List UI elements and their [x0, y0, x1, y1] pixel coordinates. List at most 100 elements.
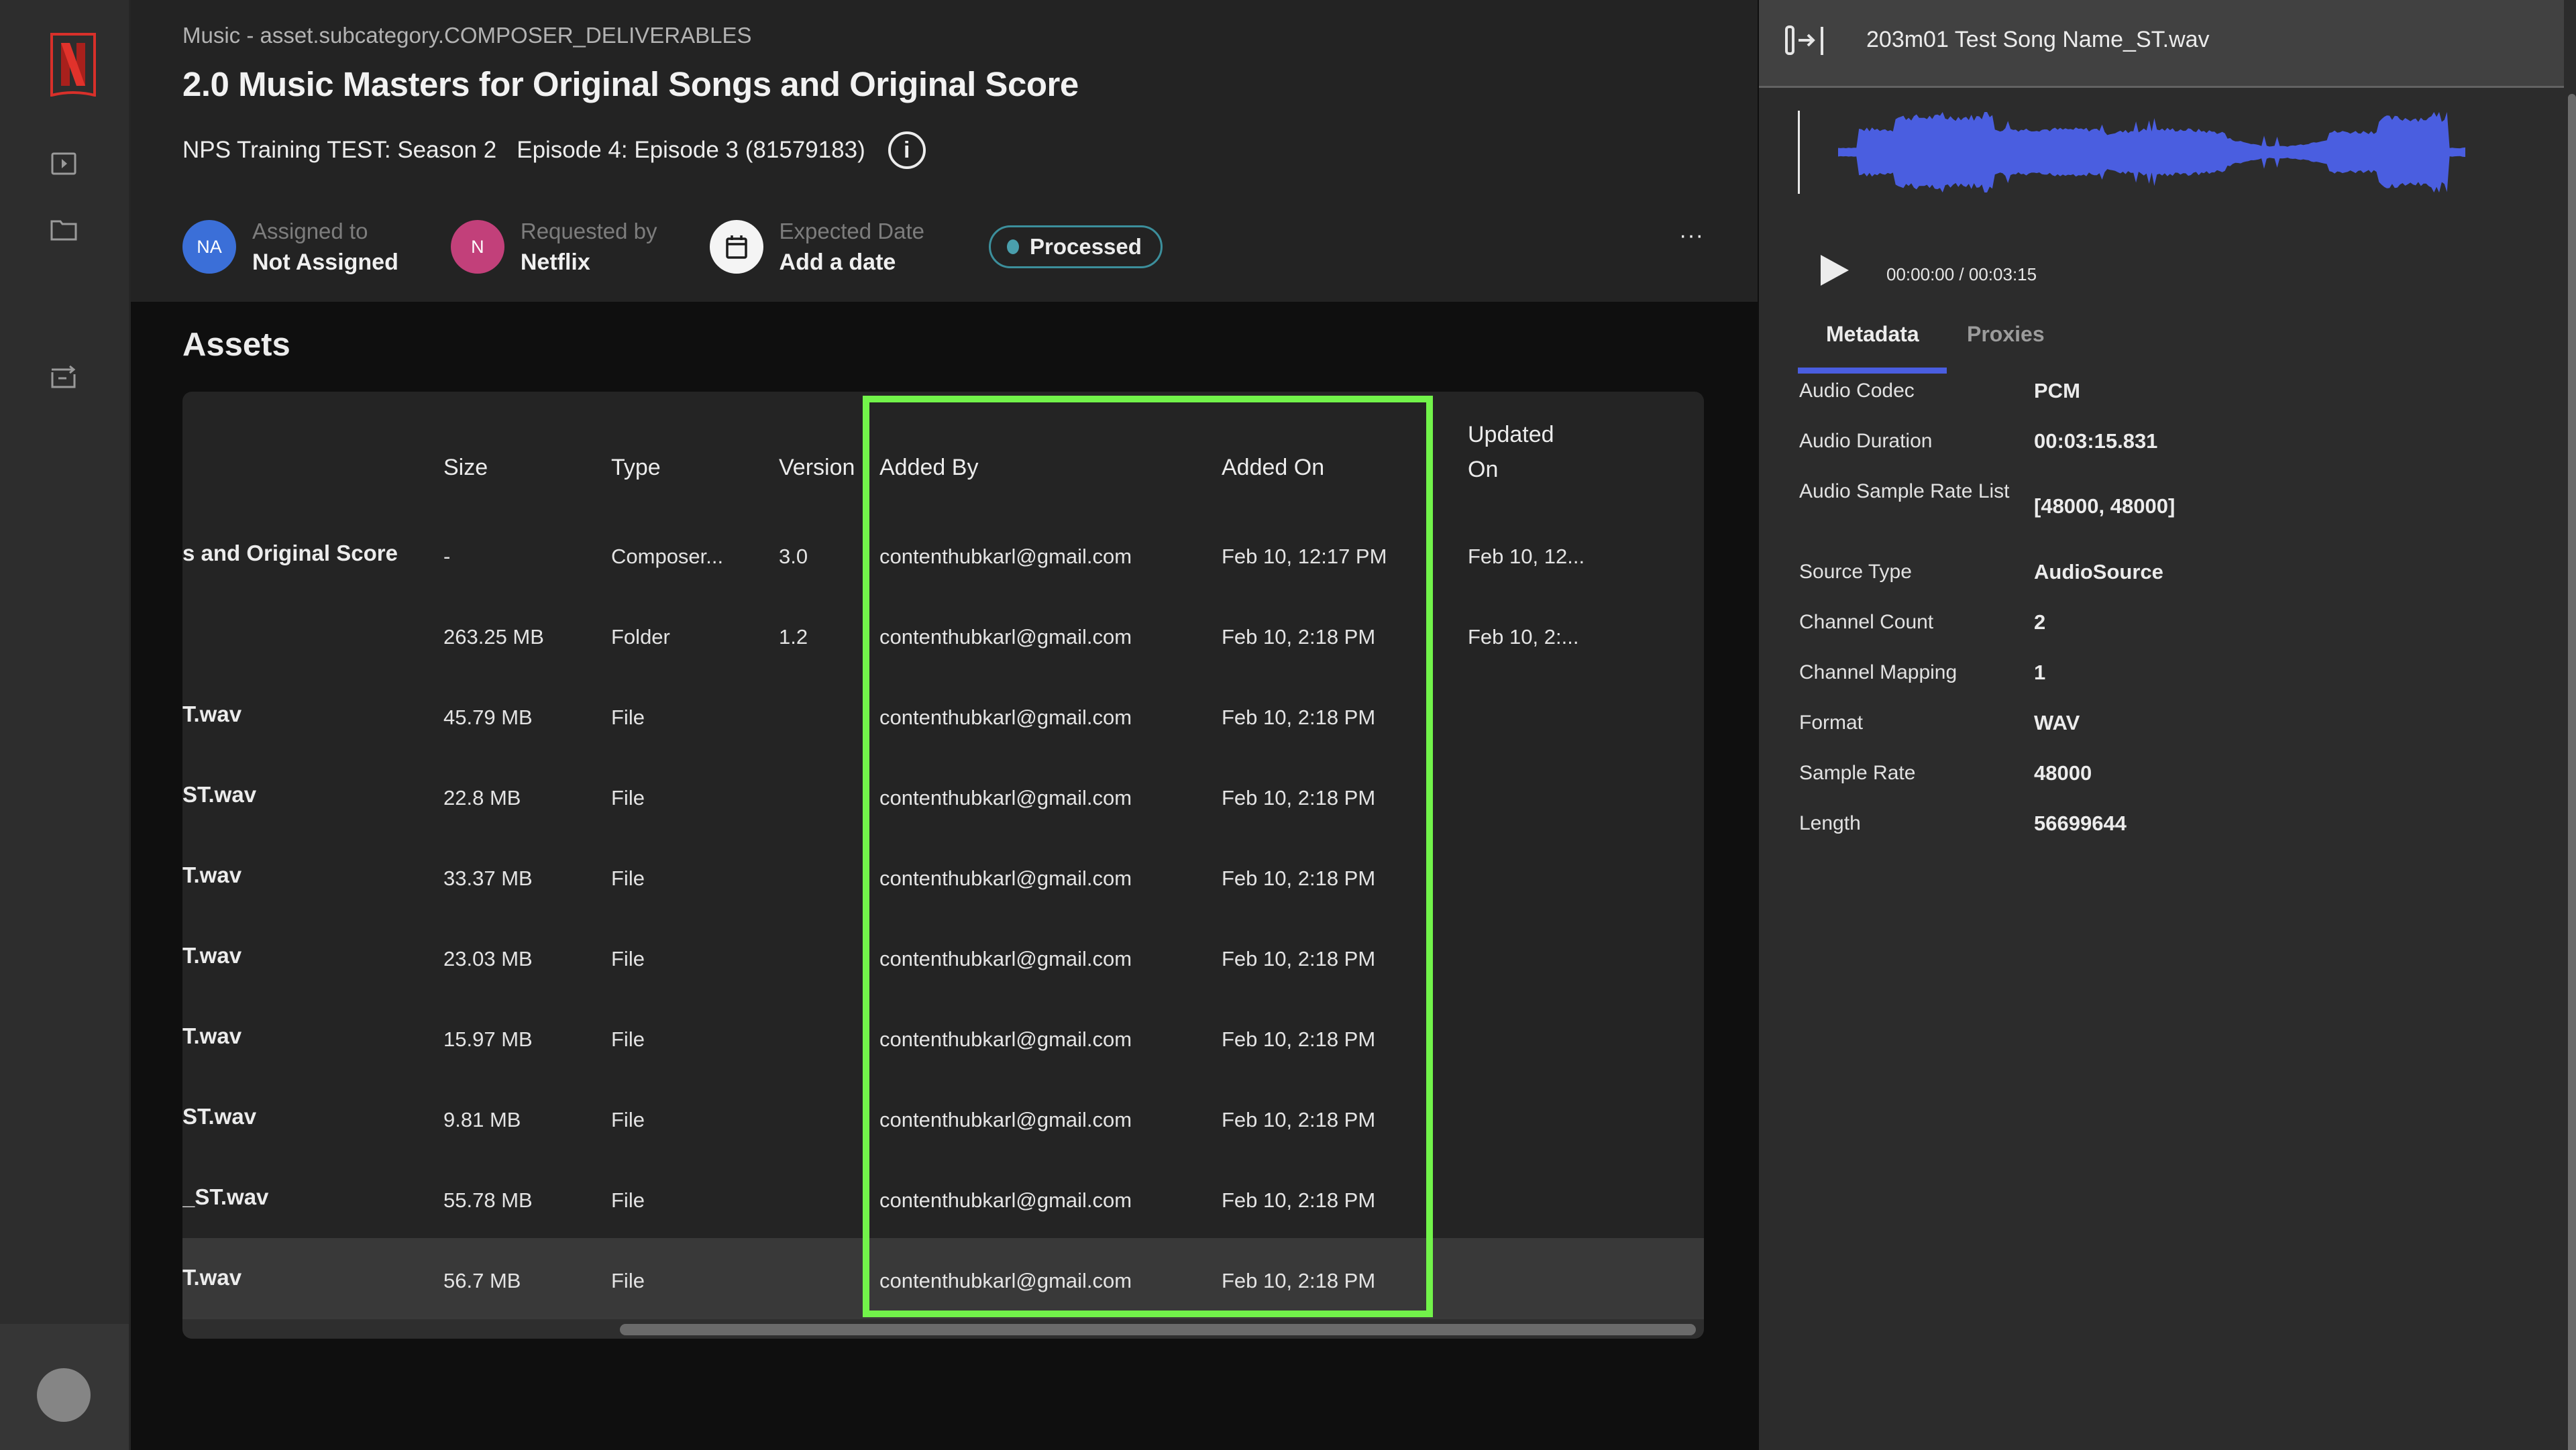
cell-added-on: Feb 10, 2:18 PM — [1222, 947, 1376, 970]
user-avatar[interactable] — [37, 1368, 91, 1422]
info-icon[interactable]: i — [888, 131, 926, 169]
cell-version: 1.2 — [779, 625, 808, 649]
asset-detail-panel: 203m01 Test Song Name_ST.wav 00:00:00 / … — [1759, 0, 2576, 1450]
metadata-value: PCM — [2034, 379, 2080, 402]
column-header-added-on[interactable]: Added On — [1222, 455, 1324, 481]
cell-size: 56.7 MB — [443, 1269, 521, 1292]
metadata-key: Audio Codec — [1799, 380, 1915, 402]
breadcrumb[interactable]: Music - asset.subcategory.COMPOSER_DELIV… — [182, 23, 752, 48]
assets-heading: Assets — [182, 327, 290, 363]
cell-name: _ST.wav — [182, 1184, 269, 1209]
expected-date[interactable]: Expected Date Add a date — [709, 216, 924, 278]
cell-added-by: contenthubkarl@gmail.com — [879, 786, 1132, 810]
play-square-icon[interactable] — [49, 149, 78, 178]
status-badge[interactable]: Processed — [988, 225, 1163, 268]
cell-added-by: contenthubkarl@gmail.com — [879, 1027, 1132, 1051]
table-row[interactable]: T.wav 23.03 MB File contenthubkarl@gmail.co… — [182, 916, 1704, 997]
assigned-to-label: Assigned to — [252, 219, 368, 243]
cell-added-on: Feb 10, 2:18 PM — [1222, 1108, 1376, 1131]
cell-name: s and Original Score — [182, 541, 398, 565]
cell-added-on: Feb 10, 2:18 PM — [1222, 625, 1376, 649]
column-header-version[interactable]: Version — [779, 455, 855, 481]
requested-by-label: Requested by — [520, 219, 657, 243]
horizontal-scrollbar-thumb[interactable] — [620, 1324, 1696, 1335]
table-row[interactable]: s and Original Score - Composer... 3.0 conte… — [182, 514, 1704, 594]
metadata-value: 48000 — [2034, 761, 2092, 785]
collapse-panel-icon[interactable] — [1784, 24, 1827, 56]
table-row[interactable]: T.wav 33.37 MB File contenthubkarl@gmail.co… — [182, 836, 1704, 916]
cell-type: File — [611, 1027, 645, 1051]
cell-size: 23.03 MB — [443, 947, 533, 970]
metadata-value: 56699644 — [2034, 812, 2127, 835]
table-row[interactable]: ST.wav 22.8 MB File contenthubkarl@gmail.co… — [182, 755, 1704, 836]
cell-added-by: contenthubkarl@gmail.com — [879, 1188, 1132, 1212]
audio-waveform[interactable] — [1798, 111, 2469, 194]
send-to-box-icon[interactable] — [49, 362, 78, 392]
metadata-key: Sample Rate — [1799, 762, 1916, 784]
horizontal-scrollbar[interactable] — [182, 1317, 1704, 1339]
table-row[interactable]: _ST.wav 55.78 MB File contenthubkarl@gmail.… — [182, 1158, 1704, 1238]
cell-type: Folder — [611, 625, 670, 649]
cell-added-on: Feb 10, 2:18 PM — [1222, 1188, 1376, 1212]
show-name[interactable]: NPS Training TEST: Season 2 — [182, 137, 496, 164]
cell-type: File — [611, 947, 645, 970]
metadata-value: 1 — [2034, 661, 2046, 684]
cell-name: T.wav — [182, 702, 242, 726]
cell-size: - — [443, 545, 451, 568]
column-header-added-by[interactable]: Added By — [879, 455, 978, 481]
cell-type: File — [611, 706, 645, 729]
playhead[interactable] — [1798, 111, 1800, 194]
playback-time: 00:00:00 / 00:03:15 — [1886, 264, 2037, 284]
cell-type: File — [611, 867, 645, 890]
cell-added-on: Feb 10, 2:18 PM — [1222, 1027, 1376, 1051]
metadata-key: Channel Mapping — [1799, 661, 1957, 683]
title-subline: NPS Training TEST: Season 2 Episode 4: E… — [182, 131, 926, 169]
cell-added-by: contenthubkarl@gmail.com — [879, 947, 1132, 970]
netflix-logo-icon[interactable] — [50, 32, 97, 97]
table-row[interactable]: T.wav 45.79 MB File contenthubkarl@gmail.co… — [182, 675, 1704, 755]
cell-size: 55.78 MB — [443, 1188, 533, 1212]
table-row[interactable]: 263.25 MB Folder 1.2 contenthubkarl@gmail.c… — [182, 594, 1704, 675]
cell-added-on: Feb 10, 2:18 PM — [1222, 867, 1376, 890]
cell-name: ST.wav — [182, 782, 257, 807]
episode-name[interactable]: Episode 4: Episode 3 (81579183) — [517, 137, 865, 164]
cell-name: ST.wav — [182, 1104, 257, 1129]
cell-type: File — [611, 1188, 645, 1212]
requested-by[interactable]: N Requested by Netflix — [450, 216, 657, 278]
cell-added-on: Feb 10, 12:17 PM — [1222, 545, 1387, 568]
more-options-button[interactable]: ··· — [1679, 223, 1704, 249]
cell-name: T.wav — [182, 1023, 242, 1048]
metadata-value: [48000, 48000] — [2034, 494, 2176, 518]
column-header-updated-on-line1: Updated — [1468, 422, 1554, 447]
cell-type: Composer... — [611, 545, 724, 568]
requested-by-value: Netflix — [520, 249, 590, 275]
panel-scrollbar[interactable] — [2568, 94, 2576, 1450]
play-button-icon[interactable] — [1818, 254, 1851, 287]
cell-type: File — [611, 786, 645, 810]
assigned-to-value: Not Assigned — [252, 249, 398, 275]
tab-metadata[interactable]: Metadata — [1826, 322, 1919, 347]
column-header-size[interactable]: Size — [443, 455, 488, 481]
deliverable-header: Music - asset.subcategory.COMPOSER_DELIV… — [131, 0, 1758, 302]
cell-updated-on: Feb 10, 2:... — [1468, 625, 1579, 649]
column-header-updated-on[interactable]: Updated On — [1468, 422, 1554, 483]
tab-proxies[interactable]: Proxies — [1967, 322, 2045, 347]
cell-added-on: Feb 10, 2:18 PM — [1222, 1269, 1376, 1292]
cell-added-by: contenthubkarl@gmail.com — [879, 706, 1132, 729]
cell-added-by: contenthubkarl@gmail.com — [879, 867, 1132, 890]
table-row[interactable]: T.wav 56.7 MB File contenthubkarl@gmail.com… — [182, 1238, 1704, 1319]
metadata-key: Source Type — [1799, 561, 1912, 583]
assets-table: Size Type Version Added By Added On Upda… — [182, 392, 1704, 1339]
cell-size: 15.97 MB — [443, 1027, 533, 1051]
assigned-to[interactable]: NA Assigned to Not Assigned — [182, 216, 398, 278]
column-header-type[interactable]: Type — [611, 455, 661, 481]
left-nav-rail — [0, 0, 131, 1450]
cell-name: T.wav — [182, 1265, 242, 1290]
folder-icon[interactable] — [49, 215, 78, 244]
table-row[interactable]: T.wav 15.97 MB File contenthubkarl@gmail.co… — [182, 997, 1704, 1077]
table-row[interactable]: ST.wav 9.81 MB File contenthubkarl@gmail.co… — [182, 1077, 1704, 1158]
waveform-shape — [1838, 112, 2465, 192]
metadata-key: Audio Duration — [1799, 430, 1933, 452]
active-tab-indicator — [1798, 368, 1947, 374]
status-label: Processed — [1029, 234, 1142, 259]
